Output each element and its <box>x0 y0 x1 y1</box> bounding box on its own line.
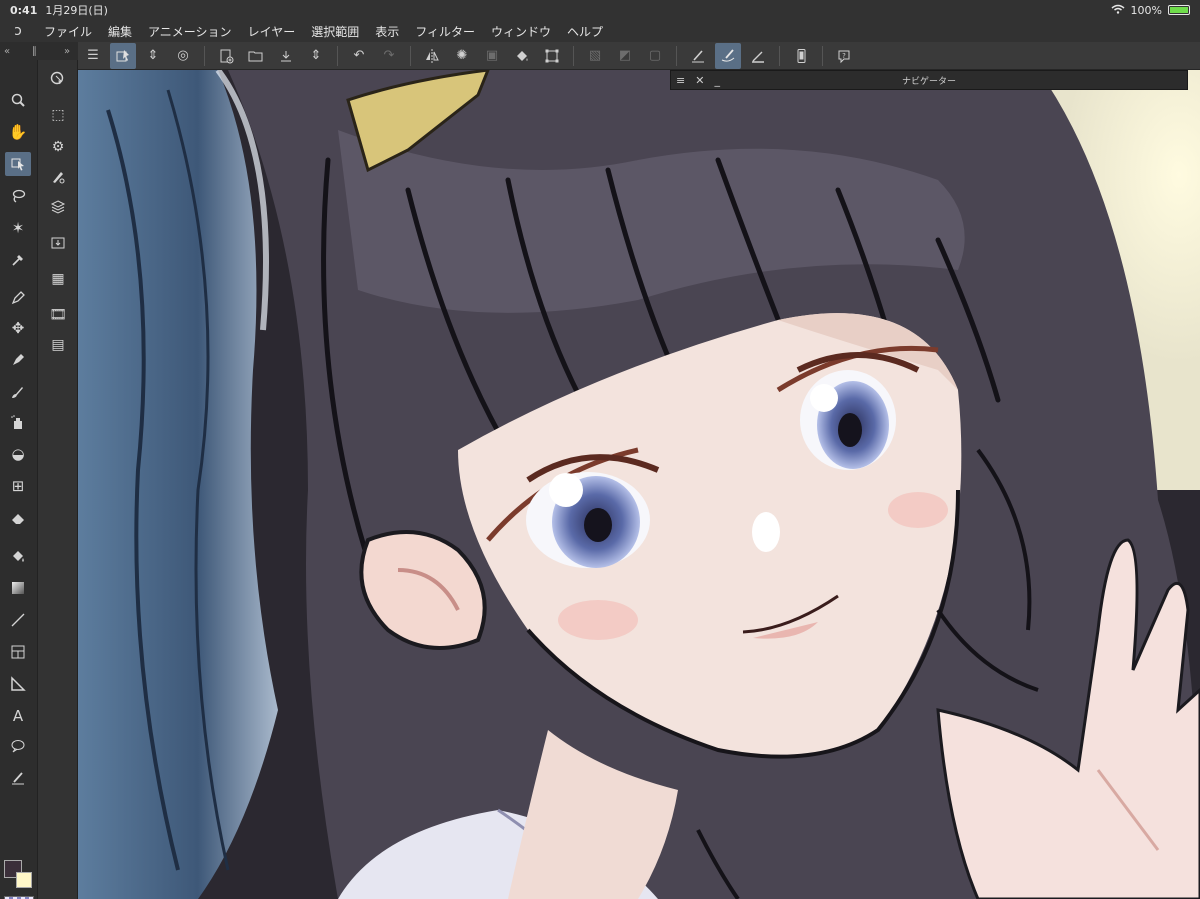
sub-color-swatch[interactable] <box>16 872 32 888</box>
loading-icon[interactable]: ✺ <box>449 43 475 69</box>
zoom-tool-icon[interactable] <box>5 88 31 112</box>
eyedropper-icon[interactable] <box>5 248 31 272</box>
tool-property-icon[interactable]: ⚙ <box>45 134 71 160</box>
save-icon[interactable] <box>273 43 299 69</box>
correction-tool-icon[interactable] <box>5 766 31 790</box>
layer-property-icon[interactable]: ▣ <box>479 43 505 69</box>
move-tool-icon[interactable]: ✥ <box>5 316 31 340</box>
layer-palette-icon[interactable] <box>45 194 71 220</box>
menu-animation[interactable]: アニメーション <box>140 23 240 40</box>
convert-selection-icon[interactable]: ▢ <box>642 43 668 69</box>
smoothing-brush-icon[interactable] <box>715 42 741 69</box>
wifi-icon <box>1111 4 1125 17</box>
collapse-left-icon[interactable]: « <box>4 46 10 57</box>
menu-edit[interactable]: 編集 <box>100 23 140 40</box>
palette-bar: ⬚ ⚙ ▦ 🎞 ▤ <box>38 60 78 899</box>
sub-tool-detail-icon[interactable]: ⬚ <box>45 102 71 128</box>
menu-icon[interactable]: ☰ <box>80 43 106 69</box>
clear-selection-icon[interactable]: ▧ <box>582 43 608 69</box>
airbrush-tool-icon[interactable] <box>5 410 31 434</box>
brush-size-icon[interactable] <box>45 164 71 190</box>
marker-tool-icon[interactable] <box>5 348 31 372</box>
flip-horizontal-icon[interactable] <box>419 43 445 69</box>
menu-layer[interactable]: レイヤー <box>240 23 304 40</box>
invert-selection-icon[interactable]: ◩ <box>612 43 638 69</box>
transform-icon[interactable] <box>539 43 565 69</box>
hand-tool-icon[interactable]: ✋ <box>5 120 31 144</box>
smartphone-icon[interactable] <box>788 43 814 69</box>
clip-studio-logo-icon[interactable]: ɔ <box>0 23 36 39</box>
pen-tool-icon[interactable] <box>5 286 31 310</box>
menu-selection[interactable]: 選択範囲 <box>303 23 367 40</box>
line-tool-icon[interactable] <box>5 608 31 632</box>
menu-help[interactable]: ヘルプ <box>559 23 611 40</box>
brush-tool-icon[interactable] <box>5 380 31 404</box>
fill-icon[interactable] <box>509 43 535 69</box>
redo-icon[interactable]: ↷ <box>376 43 402 69</box>
drawing-canvas[interactable] <box>78 70 1200 899</box>
frame-tool-icon[interactable] <box>5 640 31 664</box>
select-layer-icon[interactable] <box>110 42 136 69</box>
fill-tool-icon[interactable] <box>5 544 31 568</box>
new-canvas-icon[interactable] <box>213 43 239 69</box>
status-date: 1月29日(日) <box>45 4 108 17</box>
ruler-icon[interactable] <box>745 43 771 69</box>
command-bar: ☰ ⇕ ◎ ⇕ ↶ ↷ ✺ ▣ ▧ ◩ ▢ ? <box>78 42 1200 70</box>
eraser-tool-icon[interactable] <box>5 506 31 530</box>
operation-tool-icon[interactable] <box>5 152 31 176</box>
ruler-tool-icon[interactable] <box>5 672 31 696</box>
menu-view[interactable]: 表示 <box>367 23 407 40</box>
gradient-tool-icon[interactable] <box>5 576 31 600</box>
menu-file[interactable]: ファイル <box>36 23 100 40</box>
status-bar: 0:41 1月29日(日) 100% <box>0 0 1200 20</box>
sub-tool-palette-icon[interactable] <box>45 66 71 92</box>
spiral-icon[interactable]: ◎ <box>170 43 196 69</box>
help-icon[interactable]: ? <box>831 43 857 69</box>
battery-percent: 100% <box>1130 3 1162 17</box>
battery-icon <box>1168 5 1190 15</box>
page-manager-icon[interactable]: ▤ <box>45 332 71 358</box>
menu-window[interactable]: ウィンドウ <box>483 23 559 40</box>
undo-icon[interactable]: ↶ <box>346 43 372 69</box>
navigator-palette: ≡ ✕ _ ナビゲーター <box>670 70 1188 90</box>
svg-text:?: ? <box>842 52 846 60</box>
grid-tool-icon[interactable]: ⊞ <box>5 474 31 498</box>
tool-palette: ✋ ✶ ✥ ◒ ⊞ A <box>0 60 38 899</box>
stepper-icon[interactable]: ⇕ <box>303 43 329 69</box>
status-time: 0:41 <box>10 3 38 17</box>
drag-handle-icon[interactable]: ∥ <box>32 46 37 57</box>
menu-bar: ɔ ファイル 編集 アニメーション レイヤー 選択範囲 表示 フィルター ウィン… <box>0 20 1200 42</box>
pen-correction-icon[interactable] <box>685 43 711 69</box>
menu-filter[interactable]: フィルター <box>407 23 483 40</box>
material-palette-icon[interactable] <box>45 230 71 256</box>
lasso-tool-icon[interactable] <box>5 184 31 208</box>
text-tool-icon[interactable]: A <box>5 704 31 728</box>
timeline-palette-icon[interactable]: ▦ <box>45 266 71 292</box>
navigator-title: ナビゲーター <box>901 76 956 87</box>
magic-wand-icon[interactable]: ✶ <box>5 216 31 240</box>
stepper-icon[interactable]: ⇕ <box>140 43 166 69</box>
decoration-tool-icon[interactable]: ◒ <box>5 442 31 466</box>
open-folder-icon[interactable] <box>243 43 269 69</box>
artwork-illustration <box>78 70 1200 899</box>
collapse-right-icon[interactable]: » <box>64 46 70 57</box>
balloon-tool-icon[interactable] <box>5 734 31 758</box>
animation-cels-icon[interactable]: 🎞 <box>45 302 71 328</box>
